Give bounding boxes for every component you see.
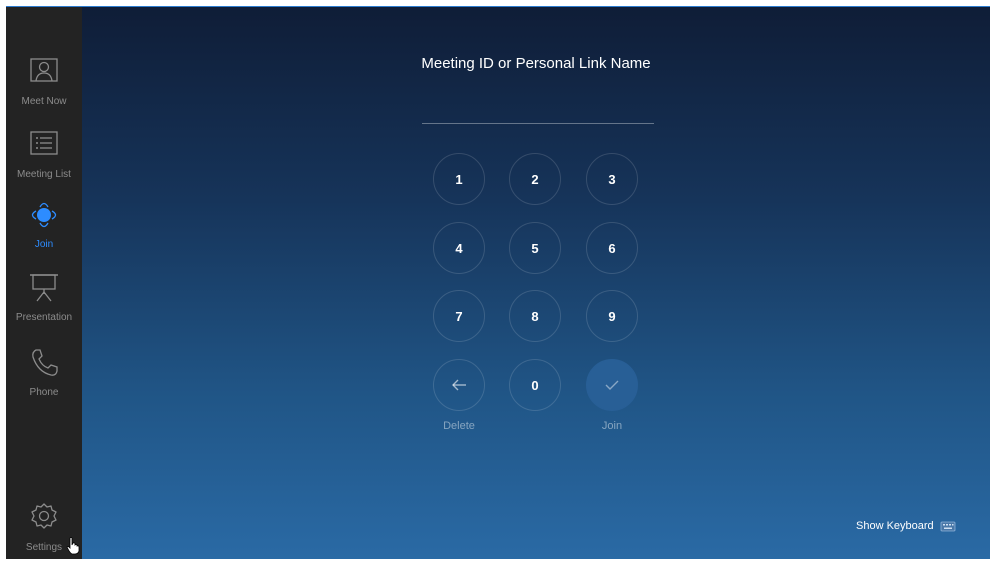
person-icon xyxy=(30,58,58,82)
sidebar-item-label: Presentation xyxy=(15,312,73,323)
sidebar-item-join[interactable]: Join xyxy=(6,197,82,267)
sidebar-item-meet-now[interactable]: Meet Now xyxy=(6,54,82,124)
delete-label: Delete xyxy=(443,420,475,432)
sidebar: Meet Now Meeting List Join Presentation … xyxy=(6,7,82,559)
checkmark-icon xyxy=(605,380,619,390)
sidebar-item-label: Meet Now xyxy=(21,96,67,107)
keypad-9-button[interactable]: 9 xyxy=(586,290,638,342)
keypad-0-button[interactable]: 0 xyxy=(509,359,561,411)
page-title: Meeting ID or Personal Link Name xyxy=(421,55,651,72)
join-label: Join xyxy=(601,420,623,432)
keypad-8-button[interactable]: 8 xyxy=(509,290,561,342)
keypad-5-button[interactable]: 5 xyxy=(509,222,561,274)
keypad-3-button[interactable]: 3 xyxy=(586,153,638,205)
meeting-id-input[interactable] xyxy=(422,93,654,124)
delete-button[interactable] xyxy=(433,359,485,411)
keypad-4-button[interactable]: 4 xyxy=(433,222,485,274)
keypad-1-button[interactable]: 1 xyxy=(433,153,485,205)
keyboard-icon xyxy=(940,521,956,532)
sidebar-item-settings[interactable]: Settings xyxy=(6,500,82,570)
arrow-left-icon xyxy=(452,379,466,391)
join-button[interactable] xyxy=(586,359,638,411)
sidebar-item-label: Phone xyxy=(29,387,59,398)
keypad-7-button[interactable]: 7 xyxy=(433,290,485,342)
keypad-2-button[interactable]: 2 xyxy=(509,153,561,205)
sidebar-item-phone[interactable]: Phone xyxy=(6,345,82,415)
join-icon xyxy=(31,202,57,228)
presentation-screen-icon xyxy=(30,274,58,302)
show-keyboard-button[interactable]: Show Keyboard xyxy=(856,517,956,535)
show-keyboard-label: Show Keyboard xyxy=(856,520,934,532)
sidebar-item-presentation[interactable]: Presentation xyxy=(6,270,82,340)
phone-icon xyxy=(32,349,58,376)
list-icon xyxy=(30,131,58,155)
sidebar-item-label: Meeting List xyxy=(17,169,71,180)
keypad-6-button[interactable]: 6 xyxy=(586,222,638,274)
sidebar-item-label: Join xyxy=(34,239,54,250)
sidebar-item-meeting-list[interactable]: Meeting List xyxy=(6,127,82,197)
zoom-rooms-window: Meet Now Meeting List Join Presentation … xyxy=(6,6,990,559)
screen-frame: Meet Now Meeting List Join Presentation … xyxy=(0,0,990,559)
hand-cursor-icon xyxy=(66,537,80,555)
gear-icon xyxy=(31,503,57,529)
